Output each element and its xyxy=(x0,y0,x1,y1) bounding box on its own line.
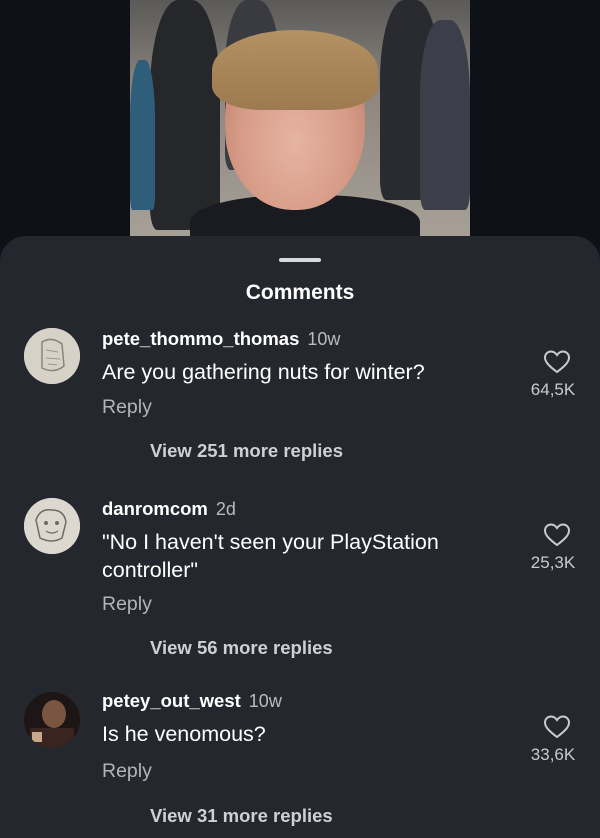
video-thumbnail[interactable] xyxy=(130,0,470,238)
username-text[interactable]: petey_out_west xyxy=(102,690,241,711)
view-more-replies-button[interactable]: View 31 more replies xyxy=(150,805,333,827)
comment-timestamp: 2d xyxy=(215,499,236,519)
reply-button[interactable]: Reply xyxy=(102,396,152,419)
heart-outline-icon[interactable] xyxy=(543,522,571,548)
avatar-sketch-image xyxy=(24,328,80,384)
comment-timestamp: 10w xyxy=(307,329,341,349)
reply-button[interactable]: Reply xyxy=(102,593,152,616)
drag-handle[interactable] xyxy=(279,258,321,262)
avatar[interactable] xyxy=(24,692,80,748)
avatar-sketch-image xyxy=(24,498,80,554)
view-more-replies-button[interactable]: View 56 more replies xyxy=(150,637,333,659)
video-area xyxy=(0,0,600,250)
username-text[interactable]: danromcom xyxy=(102,498,208,519)
like-count: 25,3K xyxy=(530,553,576,572)
avatar[interactable] xyxy=(24,498,80,554)
username-text[interactable]: pete_thommo_thomas xyxy=(102,328,299,349)
comment-timestamp: 10w xyxy=(248,691,282,711)
comment-item: petey_out_west 10w Is he venomous? Reply … xyxy=(0,690,600,830)
reply-button[interactable]: Reply xyxy=(102,760,152,783)
comment-text: Are you gathering nuts for winter? xyxy=(102,360,425,384)
heart-outline-icon[interactable] xyxy=(543,714,571,740)
crowd-figure xyxy=(150,0,220,230)
comment-username[interactable]: petey_out_west 10w xyxy=(102,690,282,712)
avatar[interactable] xyxy=(24,328,80,384)
like-count: 33,6K xyxy=(530,745,576,764)
view-more-replies-button[interactable]: View 251 more replies xyxy=(150,440,343,462)
person-hair xyxy=(212,30,378,110)
comment-text: Is he venomous? xyxy=(102,722,266,746)
app-screen: Comments pete_thommo_thomas 10w Are you g… xyxy=(0,0,600,838)
comment-item: danromcom 2d "No I haven't seen your Play… xyxy=(0,498,600,668)
crowd-figure xyxy=(130,60,155,210)
sheet-title: Comments xyxy=(245,281,355,304)
comment-username[interactable]: danromcom 2d xyxy=(102,498,236,520)
comment-username[interactable]: pete_thommo_thomas 10w xyxy=(102,328,340,350)
like-count: 64,5K xyxy=(530,380,576,399)
comments-sheet: Comments pete_thommo_thomas 10w Are you g… xyxy=(0,236,600,838)
crowd-figure xyxy=(420,20,470,210)
avatar-photo-image xyxy=(24,692,80,748)
comment-item: pete_thommo_thomas 10w Are you gathering … xyxy=(0,328,600,468)
comment-text: "No I haven't seen your PlayStation cont… xyxy=(102,530,439,582)
heart-outline-icon[interactable] xyxy=(543,349,571,375)
